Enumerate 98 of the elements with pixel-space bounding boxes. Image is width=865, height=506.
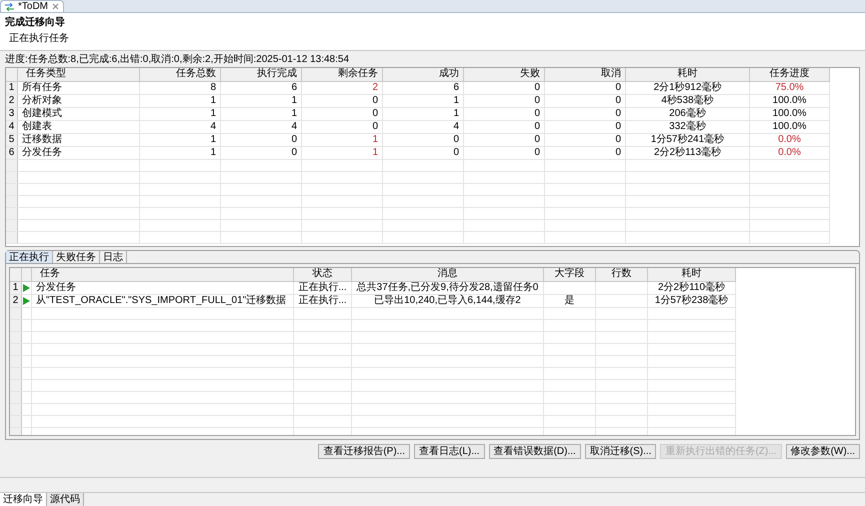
table-cell: 1 — [210, 147, 216, 158]
row-number: 6 — [6, 147, 18, 159]
table-cell: 1 — [210, 108, 216, 119]
table-cell: 所有任务 — [22, 82, 62, 93]
row-number: 1 — [10, 282, 22, 294]
editor-tab[interactable]: *ToDM — [0, 0, 64, 12]
table-cell: 0 — [534, 82, 540, 93]
column-header[interactable]: 任务 — [32, 268, 294, 281]
table-cell: 0 — [615, 95, 621, 106]
table-cell: 1 — [210, 95, 216, 106]
table-cell: 0 — [534, 108, 540, 119]
table-cell: 分析对象 — [22, 95, 62, 106]
action-button[interactable]: 查看错误数据(D)... — [488, 444, 581, 459]
row-number: 5 — [6, 134, 18, 146]
table-cell: 分发任务 — [36, 282, 76, 293]
progress-summary: 进度:任务总数:8,已完成:6,出错:0,取消:0,剩余:2,开始时间:2025-01-12 13:48:54 — [5, 54, 350, 66]
table-cell: 创建模式 — [22, 108, 62, 119]
table-cell: 0 — [534, 134, 540, 145]
table-cell: 1分57秒241毫秒 — [650, 134, 724, 145]
column-header[interactable]: 行数 — [596, 268, 648, 281]
table-cell: 1 — [372, 147, 378, 158]
table-cell: 1 — [291, 95, 297, 106]
table-cell: 0 — [615, 108, 621, 119]
table-cell: 0 — [615, 121, 621, 132]
table-cell: 4 — [210, 121, 216, 132]
table-cell: 1分57秒238毫秒 — [654, 295, 728, 306]
wizard-subtitle: 正在执行任务 — [8, 33, 70, 45]
table-cell: 0 — [534, 121, 540, 132]
close-icon[interactable] — [52, 3, 60, 10]
table-cell: 1 — [453, 108, 459, 119]
column-header[interactable]: 耗时 — [648, 268, 736, 281]
column-header[interactable]: 任务类型 — [18, 68, 140, 81]
table-cell: 4 — [291, 121, 297, 132]
table-cell: 0 — [615, 134, 621, 145]
table-cell: 206毫秒 — [669, 108, 706, 119]
table-cell: 迁移数据 — [22, 134, 62, 145]
column-header[interactable]: 状态 — [294, 268, 352, 281]
table-cell: 正在执行... — [298, 295, 347, 306]
table-cell: 0.0% — [778, 147, 801, 158]
action-button[interactable]: 取消迁移(S)... — [584, 444, 656, 459]
column-header[interactable]: 任务总数 — [140, 68, 221, 81]
table-cell: 分发任务 — [22, 147, 62, 158]
table-cell: 正在执行... — [298, 282, 347, 293]
table-cell: 0 — [372, 95, 378, 106]
column-header[interactable]: 消息 — [352, 268, 544, 281]
table-cell: 100.0% — [772, 108, 806, 119]
table-cell: 4 — [453, 121, 459, 132]
transfer-icon — [5, 2, 14, 10]
table-cell: 1 — [453, 95, 459, 106]
table-cell: 0 — [372, 108, 378, 119]
footer-tab[interactable]: 源代码 — [47, 493, 84, 506]
table-cell: 332毫秒 — [669, 121, 706, 132]
table-cell: 0 — [453, 134, 459, 145]
table-cell: 创建表 — [22, 121, 52, 132]
table-cell: 0.0% — [778, 134, 801, 145]
table-cell: 0 — [291, 134, 297, 145]
table-cell: 8 — [210, 82, 216, 93]
table-cell: 0 — [615, 147, 621, 158]
table-cell: 2分1秒912毫秒 — [654, 82, 722, 93]
table-cell: 已导出10,240,已导入6,144,缓存2 — [374, 295, 521, 306]
table-cell: 2 — [372, 82, 378, 93]
table-cell: 0 — [534, 95, 540, 106]
action-button[interactable]: 查看日志(L)... — [414, 444, 485, 459]
table-cell: 4秒538毫秒 — [661, 95, 714, 106]
table-cell: 0 — [615, 82, 621, 93]
column-header[interactable]: 成功 — [383, 68, 464, 81]
table-cell: 75.0% — [775, 82, 804, 93]
table-cell: 2分2秒110毫秒 — [658, 282, 726, 293]
table-cell: 0 — [372, 121, 378, 132]
column-header[interactable]: 耗时 — [626, 68, 750, 81]
table-cell: 6 — [453, 82, 459, 93]
row-number: 4 — [6, 121, 18, 133]
table-cell: 是 — [564, 295, 574, 306]
table-cell: 6 — [291, 82, 297, 93]
panel-tab[interactable]: 正在执行 — [6, 251, 53, 263]
row-number: 2 — [6, 95, 18, 107]
table-cell: 0 — [453, 147, 459, 158]
table-cell: 1 — [291, 108, 297, 119]
action-button[interactable]: 查看迁移报告(P)... — [318, 444, 410, 459]
column-header[interactable]: 失败 — [464, 68, 545, 81]
row-number: 3 — [6, 108, 18, 120]
column-header[interactable]: 取消 — [545, 68, 626, 81]
column-header[interactable]: 剩余任务 — [302, 68, 383, 81]
table-cell: 从"TEST_ORACLE"."SYS_IMPORT_FULL_01"迁移数据 — [36, 295, 286, 306]
table-cell: 0 — [534, 147, 540, 158]
row-number: 1 — [6, 82, 18, 94]
row-number: 2 — [10, 295, 22, 307]
table-cell: 2分2秒113毫秒 — [654, 147, 722, 158]
table-cell: 1 — [372, 134, 378, 145]
action-button[interactable]: 修改参数(W)... — [786, 444, 860, 459]
wizard-title: 完成迁移向导 — [5, 17, 66, 29]
table-cell: 1 — [210, 134, 216, 145]
footer-tab[interactable]: 迁移向导 — [0, 493, 47, 506]
table-cell: 0 — [291, 147, 297, 158]
table-cell: 总共37任务,已分发9,待分发28,遗留任务0 — [356, 282, 538, 293]
table-cell: 100.0% — [772, 95, 806, 106]
tab-title: *ToDM — [18, 1, 48, 12]
table-cell: 100.0% — [772, 121, 806, 132]
